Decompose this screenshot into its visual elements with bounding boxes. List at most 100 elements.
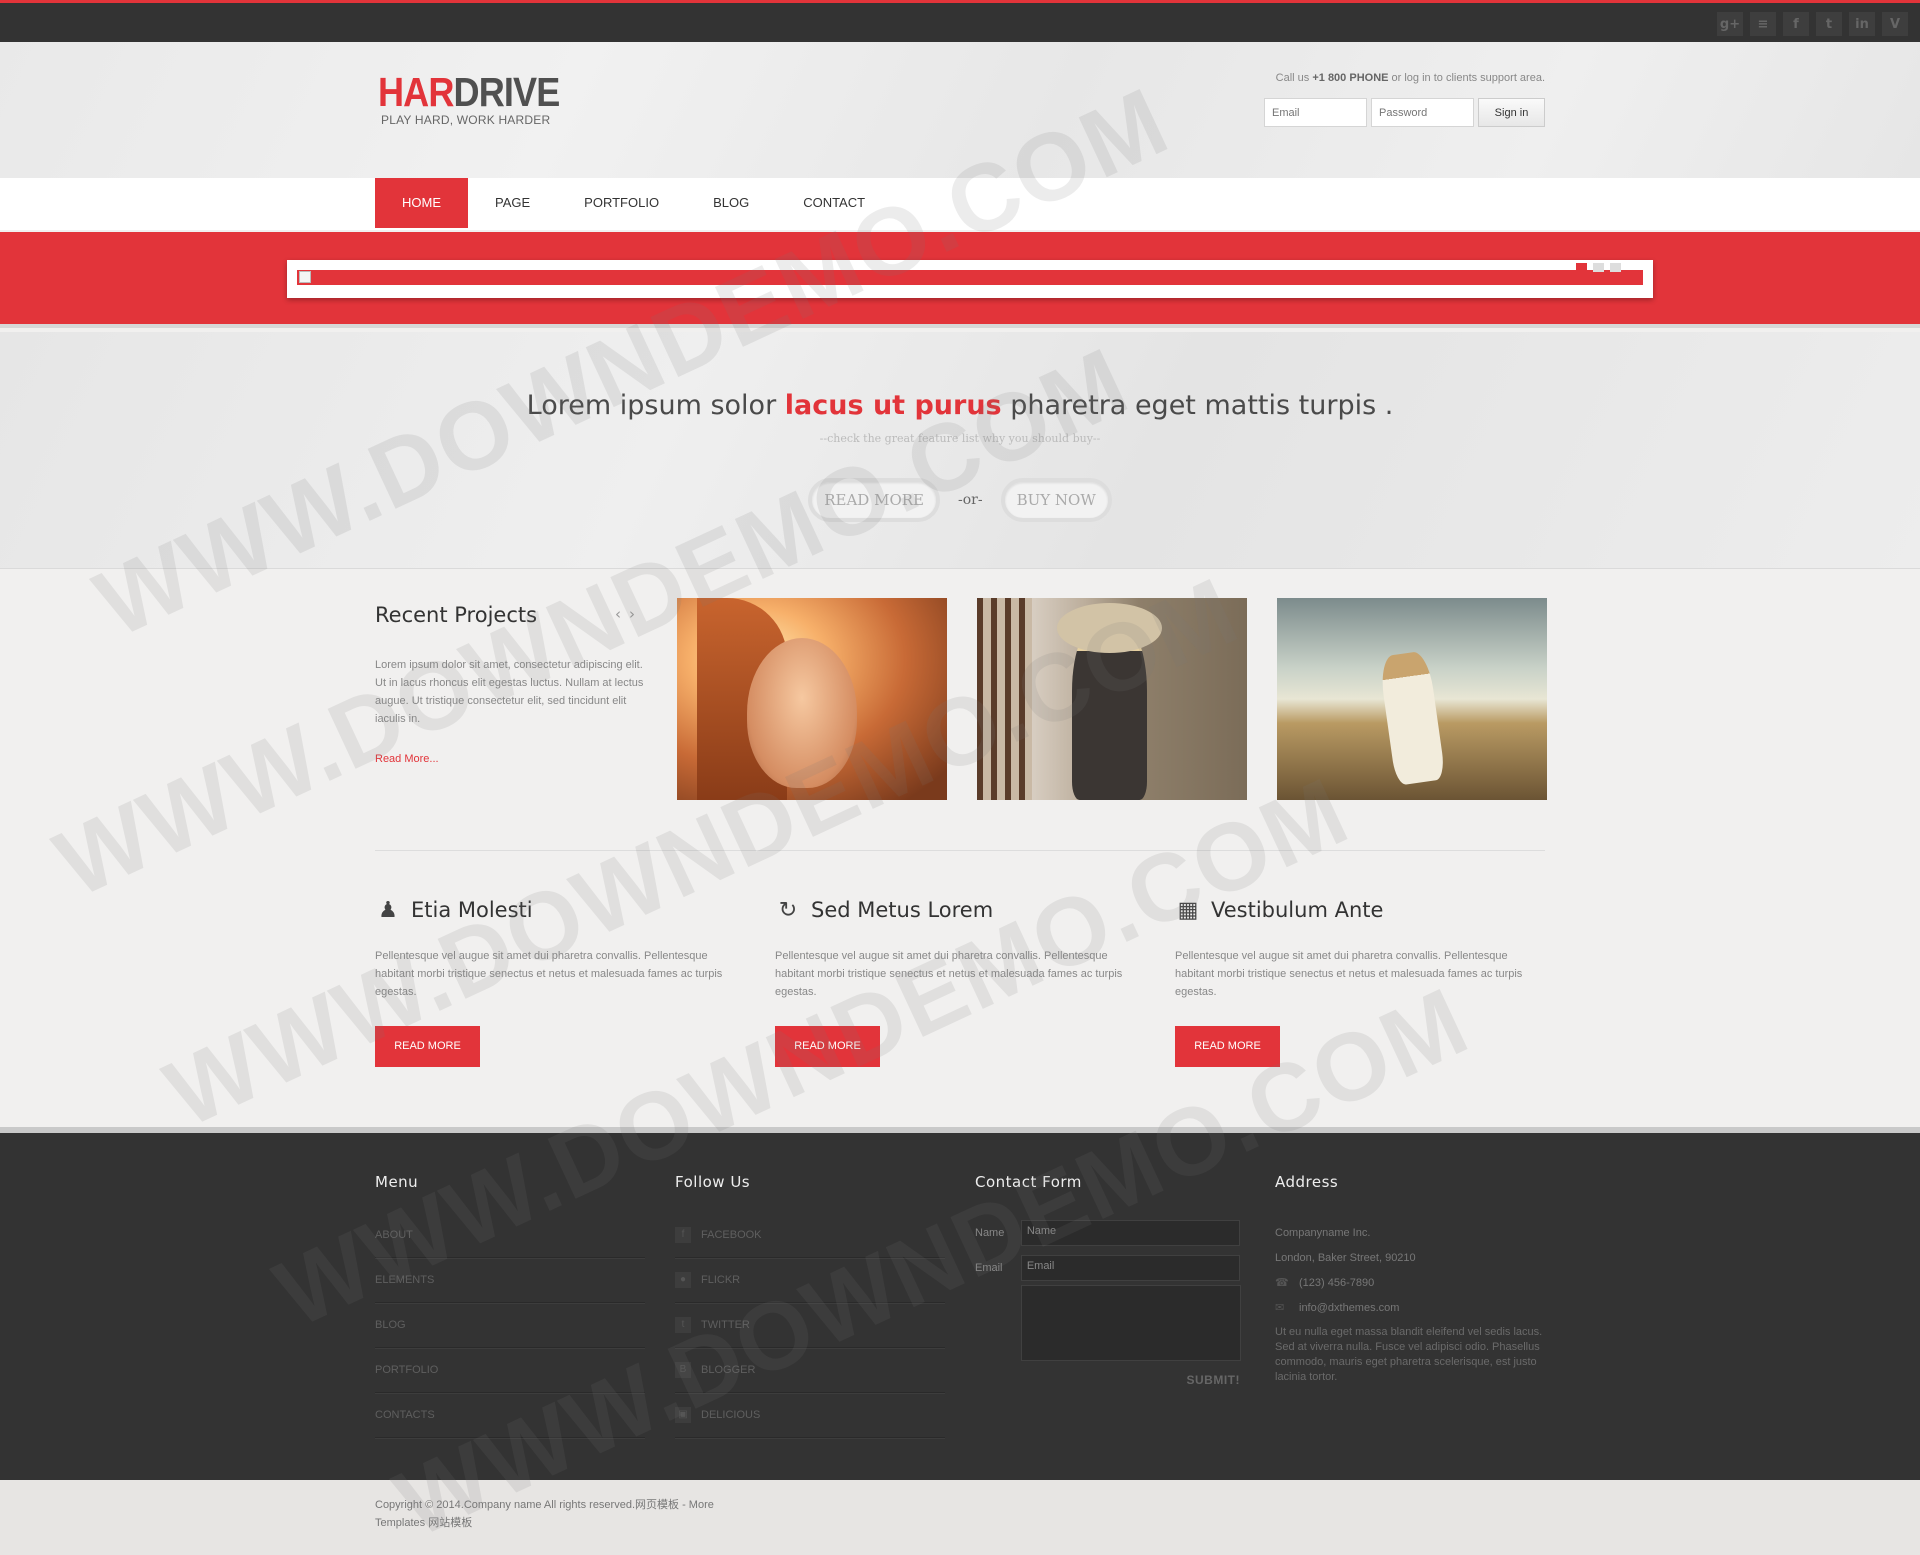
follow-item[interactable]: t TWITTER xyxy=(675,1303,945,1348)
calendar-icon: ▦ xyxy=(1177,897,1199,923)
delicious-icon: ▣ xyxy=(675,1407,691,1423)
footer-menu-item[interactable]: ABOUT xyxy=(375,1213,645,1258)
read-more-button[interactable]: READ MORE xyxy=(808,478,940,522)
footer-menu-item[interactable]: BLOG xyxy=(375,1303,645,1348)
feature-read-more-button[interactable]: READ MORE xyxy=(775,1026,880,1067)
name-field[interactable]: Name xyxy=(1020,1219,1240,1246)
slider-dot-3[interactable] xyxy=(1610,263,1621,272)
tagline: PLAY HARD, WORK HARDER xyxy=(381,113,551,127)
slider-band xyxy=(0,232,1920,328)
follow-item[interactable]: f FACEBOOK xyxy=(675,1213,945,1258)
email-address[interactable]: info@dxthemes.com xyxy=(1299,1296,1399,1321)
call-suffix: or log in to clients support area. xyxy=(1388,72,1545,84)
street-address: London, Baker Street, 90210 xyxy=(1275,1252,1416,1264)
phone-number: (123) 456-7890 xyxy=(1299,1277,1375,1289)
phone-row: ☎ (123) 456-7890 xyxy=(1275,1271,1545,1296)
footer: Menu ABOUT ELEMENTS BLOG PORTFOLIO CONTA… xyxy=(0,1127,1920,1480)
slider-dot-2[interactable] xyxy=(1593,263,1604,272)
thumbnail-detail xyxy=(1057,603,1162,653)
follow-label: FACEBOOK xyxy=(701,1228,762,1241)
thumbnail-detail xyxy=(747,638,857,788)
feature-title-text: Sed Metus Lorem xyxy=(811,898,994,922)
follow-label: TWITTER xyxy=(701,1318,750,1331)
feature-title: ▦ Vestibulum Ante xyxy=(1175,895,1540,925)
footer-menu: Menu ABOUT ELEMENTS BLOG PORTFOLIO CONTA… xyxy=(375,1173,645,1438)
logo-part-red: HAR xyxy=(378,69,454,115)
thumbnail-detail xyxy=(1378,650,1446,786)
project-thumbnail-3[interactable] xyxy=(1277,598,1547,800)
copyright-text: Copyright © 2014.Company name All rights… xyxy=(375,1499,714,1529)
follow-item[interactable]: ● FLICKR xyxy=(675,1258,945,1303)
carousel-arrows: ‹ › xyxy=(615,605,635,623)
logo[interactable]: HARDRIVE xyxy=(378,69,560,115)
hero-buttons: READ MORE -or- BUY NOW xyxy=(0,478,1920,522)
contact-form-title: Contact Form xyxy=(975,1173,1082,1191)
feature-text: Pellentesque vel augue sit amet dui phar… xyxy=(775,950,1123,998)
google-plus-icon[interactable]: g+ xyxy=(1717,12,1743,36)
email-field[interactable] xyxy=(1264,98,1367,127)
feature-read-more-button[interactable]: READ MORE xyxy=(375,1026,480,1067)
vimeo-icon[interactable]: V xyxy=(1882,12,1908,36)
follow-label: DELICIOUS xyxy=(701,1408,761,1421)
broken-image-icon xyxy=(299,271,311,283)
top-bar: g+ ≡ f t in V xyxy=(0,0,1920,42)
footer-contact: Contact Form Name Name Email Email SUBMIT! xyxy=(975,1173,1241,1387)
twitter-icon[interactable]: t xyxy=(1816,12,1842,36)
feature-block: ▦ Vestibulum Ante Pellentesque vel augue … xyxy=(1175,895,1540,1067)
hero-highlight: lacus ut purus xyxy=(784,390,1002,421)
hero-section: Lorem ipsum solor lacus ut purus pharetr… xyxy=(0,332,1920,569)
phone-number: +1 800 PHONE xyxy=(1312,72,1389,84)
read-more-link[interactable]: Read More... xyxy=(375,753,439,765)
project-thumbnail-2[interactable] xyxy=(977,598,1247,800)
slider-image xyxy=(297,270,1643,285)
footer-menu-item[interactable]: PORTFOLIO xyxy=(375,1348,645,1393)
feature-read-more-button[interactable]: READ MORE xyxy=(1175,1026,1280,1067)
follow-item[interactable]: B BLOGGER xyxy=(675,1348,945,1393)
chevron-left-icon[interactable]: ‹ xyxy=(615,605,621,623)
message-textarea[interactable] xyxy=(1021,1285,1241,1361)
submit-button[interactable]: SUBMIT! xyxy=(975,1373,1240,1387)
rss-icon[interactable]: ≡ xyxy=(1750,12,1776,36)
sign-in-button[interactable]: Sign in xyxy=(1478,98,1545,127)
recent-projects-title: Recent Projects xyxy=(375,603,538,627)
email-field[interactable]: Email xyxy=(1020,1254,1240,1281)
buy-now-button[interactable]: BUY NOW xyxy=(1000,478,1112,522)
refresh-icon: ↻ xyxy=(778,897,798,923)
footer-menu-item[interactable]: ELEMENTS xyxy=(375,1258,645,1303)
slider-dot-1[interactable] xyxy=(1576,263,1587,272)
hero-subtitle: --check the great feature list why you s… xyxy=(819,432,1101,445)
hero-text-1: Lorem ipsum solor xyxy=(526,390,785,421)
linkedin-icon[interactable]: in xyxy=(1849,12,1875,36)
nav-home[interactable]: HOME xyxy=(375,178,468,228)
support-text: Call us +1 800 PHONE or log in to client… xyxy=(1276,72,1545,84)
address-about: Ut eu nulla eget massa blandit eleifend … xyxy=(1275,1326,1543,1383)
login-form: Sign in xyxy=(1264,98,1545,127)
recent-projects-text: Lorem ipsum dolor sit amet, consectetur … xyxy=(375,659,644,725)
follow-label: BLOGGER xyxy=(701,1363,756,1376)
feature-title: ♟ Etia Molesti xyxy=(375,895,740,925)
footer-follow-title: Follow Us xyxy=(675,1173,751,1191)
main-nav: HOME PAGE PORTFOLIO BLOG CONTACT xyxy=(0,178,1920,230)
password-field[interactable] xyxy=(1371,98,1474,127)
nav-blog[interactable]: BLOG xyxy=(686,178,776,228)
contact-form: Name Name Email Email SUBMIT! xyxy=(975,1215,1241,1387)
follow-item[interactable]: ▣ DELICIOUS xyxy=(675,1393,945,1438)
social-icons: g+ ≡ f t in V xyxy=(1717,12,1908,36)
footer-menu-item[interactable]: CONTACTS xyxy=(375,1393,645,1438)
project-thumbnail-1[interactable] xyxy=(677,598,947,800)
copyright-bar: Copyright © 2014.Company name All rights… xyxy=(0,1480,1920,1555)
follow-label: FLICKR xyxy=(701,1273,741,1286)
section-divider xyxy=(375,850,1545,851)
chevron-right-icon[interactable]: › xyxy=(629,605,635,623)
hero-text-2: pharetra eget mattis turpis . xyxy=(1001,390,1394,421)
nav-page[interactable]: PAGE xyxy=(468,178,557,228)
user-icon: ♟ xyxy=(378,897,398,923)
nav-portfolio[interactable]: PORTFOLIO xyxy=(557,178,686,228)
blogger-icon: B xyxy=(675,1362,691,1378)
thumbnail-detail xyxy=(977,598,1032,800)
or-separator: -or- xyxy=(958,492,983,508)
site-header: HARDRIVE PLAY HARD, WORK HARDER Call us … xyxy=(0,42,1920,178)
feature-block: ↻ Sed Metus Lorem Pellentesque vel augue … xyxy=(775,895,1140,1067)
nav-contact[interactable]: CONTACT xyxy=(776,178,892,228)
facebook-icon[interactable]: f xyxy=(1783,12,1809,36)
